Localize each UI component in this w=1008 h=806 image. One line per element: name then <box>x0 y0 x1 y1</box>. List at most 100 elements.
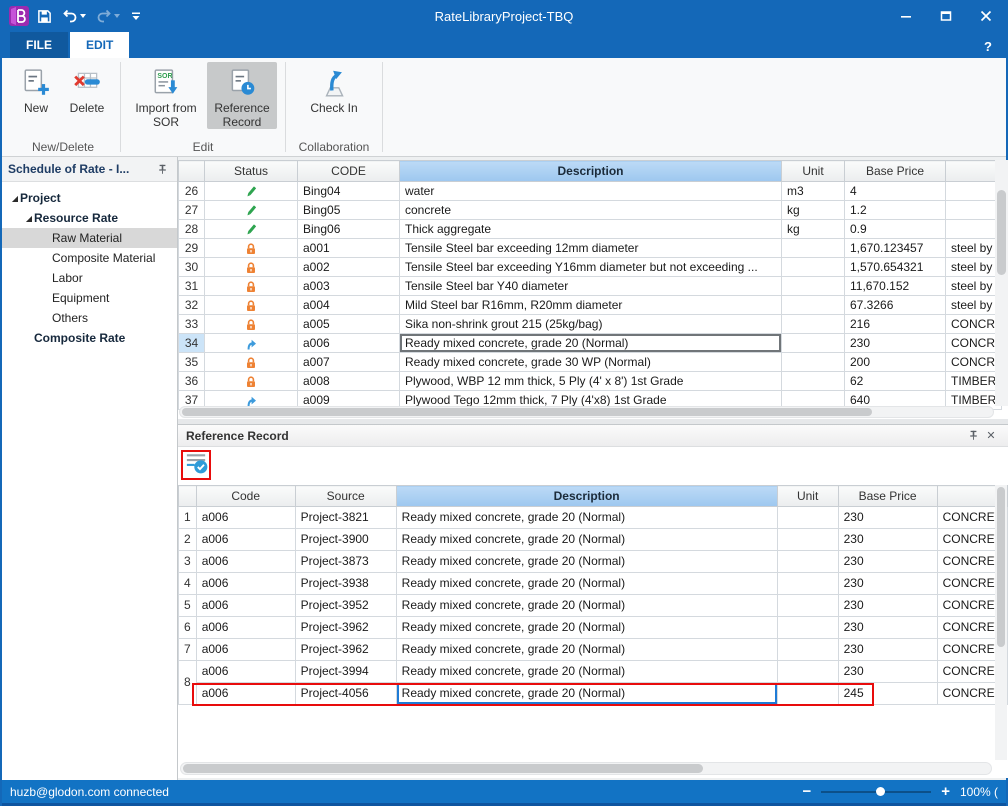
description-cell[interactable]: Ready mixed concrete, grade 20 (Normal) <box>396 661 777 683</box>
zoom-slider-thumb[interactable] <box>876 787 885 796</box>
extra-cell[interactable]: CONCR <box>946 315 1002 334</box>
sidebar-item-labor[interactable]: Labor <box>2 268 177 288</box>
price-cell[interactable]: 67.3266 <box>845 296 946 315</box>
extra-cell[interactable] <box>946 182 1002 201</box>
price-cell[interactable]: 230 <box>838 595 937 617</box>
column-header-description[interactable]: Description <box>400 161 782 182</box>
extra-cell[interactable]: steel by <box>946 296 1002 315</box>
price-cell[interactable]: 230 <box>838 617 937 639</box>
table-row[interactable]: 7a006Project-3962Ready mixed concrete, g… <box>179 639 1008 661</box>
price-cell[interactable]: 230 <box>845 334 946 353</box>
sidebar-item-raw-material[interactable]: Raw Material <box>2 228 177 248</box>
description-cell[interactable]: Ready mixed concrete, grade 20 (Normal) <box>396 595 777 617</box>
unit-cell[interactable] <box>777 529 838 551</box>
status-cell[interactable] <box>205 372 298 391</box>
zoom-slider[interactable] <box>821 786 931 798</box>
status-cell[interactable] <box>205 239 298 258</box>
row-number[interactable]: 35 <box>179 353 205 372</box>
price-cell[interactable]: 230 <box>838 529 937 551</box>
source-cell[interactable]: Project-3962 <box>295 617 396 639</box>
table-row[interactable]: 27Bing05concretekg1.2 <box>179 201 1002 220</box>
description-cell[interactable]: Thick aggregate <box>400 220 782 239</box>
sidebar-item-project[interactable]: ◢Project <box>2 188 177 208</box>
column-header-code[interactable]: CODE <box>298 161 400 182</box>
description-cell[interactable]: Ready mixed concrete, grade 20 (Normal) <box>396 529 777 551</box>
row-number[interactable]: 26 <box>179 182 205 201</box>
status-cell[interactable] <box>205 315 298 334</box>
unit-cell[interactable] <box>777 617 838 639</box>
code-cell[interactable]: Bing04 <box>298 182 400 201</box>
extra-cell[interactable]: steel by <box>946 277 1002 296</box>
sidebar-item-equipment[interactable]: Equipment <box>2 288 177 308</box>
status-cell[interactable] <box>205 353 298 372</box>
pin-icon[interactable] <box>153 161 171 177</box>
code-cell[interactable]: a006 <box>196 595 295 617</box>
row-number[interactable]: 28 <box>179 220 205 239</box>
scrollbar-thumb[interactable] <box>183 764 703 773</box>
unit-cell[interactable] <box>782 277 845 296</box>
reference-table-vertical-scrollbar[interactable] <box>995 485 1007 760</box>
maximize-button[interactable] <box>926 3 966 29</box>
price-cell[interactable]: 230 <box>838 661 937 683</box>
import-from-sor-button[interactable]: SOR Import from SOR <box>129 62 203 129</box>
code-cell[interactable]: a006 <box>196 661 295 683</box>
code-cell[interactable]: a006 <box>196 551 295 573</box>
extra-cell[interactable]: steel by <box>946 258 1002 277</box>
column-header-base-price[interactable]: Base Price <box>838 486 937 507</box>
column-header-blank[interactable] <box>179 161 205 182</box>
description-cell[interactable]: Ready mixed concrete, grade 20 (Normal) <box>396 617 777 639</box>
price-cell[interactable]: 11,670.152 <box>845 277 946 296</box>
extra-cell[interactable]: CONCR <box>946 334 1002 353</box>
description-cell[interactable]: Tensile Steel bar Y40 diameter <box>400 277 782 296</box>
extra-cell[interactable]: steel by <box>946 239 1002 258</box>
price-cell[interactable]: 1,570.654321 <box>845 258 946 277</box>
help-button[interactable]: ? <box>984 39 992 54</box>
status-cell[interactable] <box>205 182 298 201</box>
sidebar-item-others[interactable]: Others <box>2 308 177 328</box>
delete-button[interactable]: Delete <box>62 62 112 129</box>
source-cell[interactable]: Project-3821 <box>295 507 396 529</box>
extra-cell[interactable] <box>946 201 1002 220</box>
row-number[interactable]: 34 <box>179 334 205 353</box>
description-cell[interactable]: Ready mixed concrete, grade 20 (Normal) <box>400 334 782 353</box>
column-header-blank[interactable] <box>946 161 1002 182</box>
column-header-unit[interactable]: Unit <box>782 161 845 182</box>
row-number[interactable]: 7 <box>179 639 197 661</box>
status-cell[interactable] <box>205 296 298 315</box>
description-cell[interactable]: Ready mixed concrete, grade 30 WP (Norma… <box>400 353 782 372</box>
source-cell[interactable]: Project-3952 <box>295 595 396 617</box>
unit-cell[interactable] <box>777 595 838 617</box>
sidebar-item-resource-rate[interactable]: ◢Resource Rate <box>2 208 177 228</box>
price-cell[interactable]: 1.2 <box>845 201 946 220</box>
table-row[interactable]: 2a006Project-3900Ready mixed concrete, g… <box>179 529 1008 551</box>
price-cell[interactable]: 230 <box>838 639 937 661</box>
description-cell[interactable]: Ready mixed concrete, grade 20 (Normal) <box>396 573 777 595</box>
code-cell[interactable]: a006 <box>298 334 400 353</box>
unit-cell[interactable] <box>782 353 845 372</box>
code-cell[interactable]: a001 <box>298 239 400 258</box>
price-cell[interactable]: 62 <box>845 372 946 391</box>
table-row[interactable]: 28Bing06Thick aggregatekg0.9 <box>179 220 1002 239</box>
unit-cell[interactable] <box>782 334 845 353</box>
minimize-button[interactable] <box>886 3 926 29</box>
unit-cell[interactable] <box>777 683 838 705</box>
table-row[interactable]: a006Project-4056Ready mixed concrete, gr… <box>179 683 1008 705</box>
description-cell[interactable]: Tensile Steel bar exceeding 12mm diamete… <box>400 239 782 258</box>
row-number[interactable]: 8 <box>179 661 197 705</box>
description-cell[interactable]: Tensile Steel bar exceeding Y16mm diamet… <box>400 258 782 277</box>
column-header-source[interactable]: Source <box>295 486 396 507</box>
table-row[interactable]: 8a006Project-3994Ready mixed concrete, g… <box>179 661 1008 683</box>
unit-cell[interactable]: kg <box>782 201 845 220</box>
tab-edit[interactable]: EDIT <box>70 32 129 58</box>
tab-file[interactable]: FILE <box>10 32 68 58</box>
description-cell[interactable]: water <box>400 182 782 201</box>
source-cell[interactable]: Project-3994 <box>295 661 396 683</box>
column-header-base-price[interactable]: Base Price <box>845 161 946 182</box>
code-cell[interactable]: a005 <box>298 315 400 334</box>
unit-cell[interactable] <box>782 239 845 258</box>
code-cell[interactable]: a002 <box>298 258 400 277</box>
unit-cell[interactable] <box>777 639 838 661</box>
code-cell[interactable]: a006 <box>196 507 295 529</box>
description-cell[interactable]: concrete <box>400 201 782 220</box>
scrollbar-thumb[interactable] <box>997 190 1006 275</box>
